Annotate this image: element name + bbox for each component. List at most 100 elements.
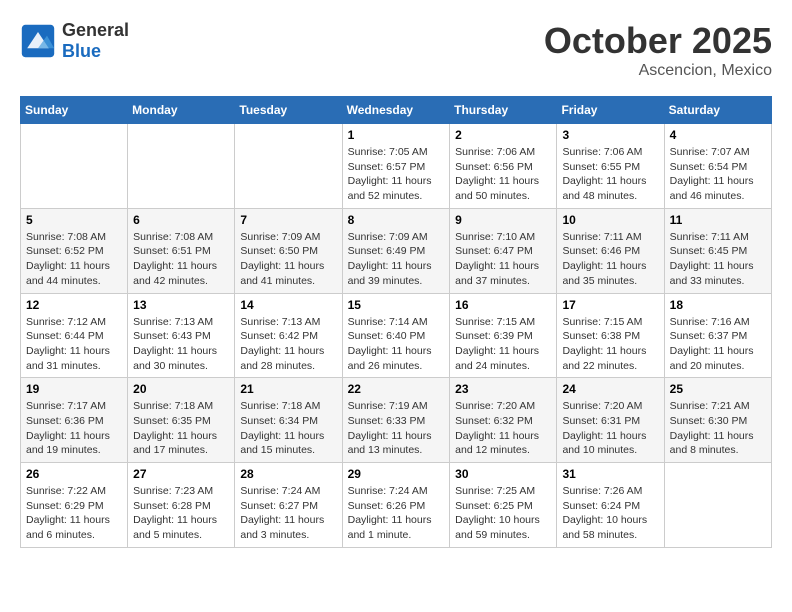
calendar-cell: 1Sunrise: 7:05 AMSunset: 6:57 PMDaylight… xyxy=(342,124,450,209)
cell-info: Sunrise: 7:26 AMSunset: 6:24 PMDaylight:… xyxy=(562,484,658,543)
day-number: 16 xyxy=(455,298,551,312)
calendar-cell: 27Sunrise: 7:23 AMSunset: 6:28 PMDayligh… xyxy=(128,463,235,548)
title-block: October 2025 Ascencion, Mexico xyxy=(544,20,772,80)
cell-info: Sunrise: 7:07 AMSunset: 6:54 PMDaylight:… xyxy=(670,145,766,204)
calendar-cell: 19Sunrise: 7:17 AMSunset: 6:36 PMDayligh… xyxy=(21,378,128,463)
logo-blue: Blue xyxy=(62,41,129,62)
day-number: 12 xyxy=(26,298,122,312)
calendar-cell xyxy=(664,463,771,548)
calendar-cell: 30 Sunrise: 7:25 AMSunset: 6:25 PMDayligh… xyxy=(450,463,557,548)
day-number: 30 xyxy=(455,467,551,481)
logo-text: General Blue xyxy=(62,20,129,62)
cell-info: Sunrise: 7:06 AMSunset: 6:56 PMDaylight:… xyxy=(455,145,551,204)
calendar-cell: 21 Sunrise: 7:18 AMSunset: 6:34 PMDayligh… xyxy=(235,378,342,463)
day-number: 17 xyxy=(562,298,658,312)
day-number: 18 xyxy=(670,298,766,312)
cell-info: Sunrise: 7:20 AMSunset: 6:31 PMDaylight:… xyxy=(562,399,658,458)
day-number: 1 xyxy=(348,128,445,142)
day-number: 20 xyxy=(133,382,229,396)
calendar-week-5: 26Sunrise: 7:22 AMSunset: 6:29 PMDayligh… xyxy=(21,463,772,548)
calendar-cell: 7 Sunrise: 7:09 AMSunset: 6:50 PMDaylight… xyxy=(235,208,342,293)
day-header-sunday: Sunday xyxy=(21,97,128,124)
calendar-cell xyxy=(235,124,342,209)
cell-info: Sunrise: 7:09 AMSunset: 6:49 PMDaylight:… xyxy=(348,230,445,289)
day-number: 23 xyxy=(455,382,551,396)
day-header-wednesday: Wednesday xyxy=(342,97,450,124)
day-number: 26 xyxy=(26,467,122,481)
cell-info: Sunrise: 7:08 AMSunset: 6:51 PMDaylight:… xyxy=(133,230,229,289)
cell-info: Sunrise: 7:24 AMSunset: 6:27 PMDaylight:… xyxy=(240,484,336,543)
cell-info: Sunrise: 7:11 AMSunset: 6:46 PMDaylight:… xyxy=(562,230,658,289)
day-number: 8 xyxy=(348,213,445,227)
day-number: 11 xyxy=(670,213,766,227)
day-header-thursday: Thursday xyxy=(450,97,557,124)
day-header-saturday: Saturday xyxy=(664,97,771,124)
calendar-cell: 3 Sunrise: 7:06 AMSunset: 6:55 PMDaylight… xyxy=(557,124,664,209)
logo: General Blue xyxy=(20,20,129,62)
calendar-cell: 2 Sunrise: 7:06 AMSunset: 6:56 PMDaylight… xyxy=(450,124,557,209)
cell-info: Sunrise: 7:13 AMSunset: 6:42 PMDaylight:… xyxy=(240,315,336,374)
calendar-cell: 29 Sunrise: 7:24 AMSunset: 6:26 PMDayligh… xyxy=(342,463,450,548)
day-number: 29 xyxy=(348,467,445,481)
cell-info: Sunrise: 7:18 AMSunset: 6:34 PMDaylight:… xyxy=(240,399,336,458)
calendar-cell: 31 Sunrise: 7:26 AMSunset: 6:24 PMDayligh… xyxy=(557,463,664,548)
calendar-header-row: SundayMondayTuesdayWednesdayThursdayFrid… xyxy=(21,97,772,124)
day-number: 15 xyxy=(348,298,445,312)
calendar-cell: 6Sunrise: 7:08 AMSunset: 6:51 PMDaylight… xyxy=(128,208,235,293)
day-number: 14 xyxy=(240,298,336,312)
location: Ascencion, Mexico xyxy=(544,62,772,80)
cell-info: Sunrise: 7:18 AMSunset: 6:35 PMDaylight:… xyxy=(133,399,229,458)
calendar-cell: 20 Sunrise: 7:18 AMSunset: 6:35 PMDayligh… xyxy=(128,378,235,463)
cell-info: Sunrise: 7:19 AMSunset: 6:33 PMDaylight:… xyxy=(348,399,445,458)
day-number: 28 xyxy=(240,467,336,481)
calendar-week-3: 12Sunrise: 7:12 AMSunset: 6:44 PMDayligh… xyxy=(21,293,772,378)
calendar-cell: 5 Sunrise: 7:08 AMSunset: 6:52 PMDaylight… xyxy=(21,208,128,293)
cell-info: Sunrise: 7:08 AMSunset: 6:52 PMDaylight:… xyxy=(26,230,122,289)
day-number: 2 xyxy=(455,128,551,142)
cell-info: Sunrise: 7:24 AMSunset: 6:26 PMDaylight:… xyxy=(348,484,445,543)
day-number: 19 xyxy=(26,382,122,396)
logo-general: General xyxy=(62,20,129,41)
logo-icon xyxy=(20,23,56,59)
day-number: 7 xyxy=(240,213,336,227)
cell-info: Sunrise: 7:09 AMSunset: 6:50 PMDaylight:… xyxy=(240,230,336,289)
day-header-tuesday: Tuesday xyxy=(235,97,342,124)
calendar-cell: 18 Sunrise: 7:16 AMSunset: 6:37 PMDayligh… xyxy=(664,293,771,378)
calendar-cell: 16 Sunrise: 7:15 AMSunset: 6:39 PMDayligh… xyxy=(450,293,557,378)
cell-info: Sunrise: 7:11 AMSunset: 6:45 PMDaylight:… xyxy=(670,230,766,289)
calendar-cell: 13Sunrise: 7:13 AMSunset: 6:43 PMDayligh… xyxy=(128,293,235,378)
calendar-cell: 26Sunrise: 7:22 AMSunset: 6:29 PMDayligh… xyxy=(21,463,128,548)
cell-info: Sunrise: 7:21 AMSunset: 6:30 PMDaylight:… xyxy=(670,399,766,458)
calendar-cell: 4 Sunrise: 7:07 AMSunset: 6:54 PMDaylight… xyxy=(664,124,771,209)
calendar-cell: 10 Sunrise: 7:11 AMSunset: 6:46 PMDayligh… xyxy=(557,208,664,293)
month-title: October 2025 xyxy=(544,20,772,62)
cell-info: Sunrise: 7:25 AMSunset: 6:25 PMDaylight:… xyxy=(455,484,551,543)
day-number: 31 xyxy=(562,467,658,481)
calendar-cell: 25 Sunrise: 7:21 AMSunset: 6:30 PMDayligh… xyxy=(664,378,771,463)
cell-info: Sunrise: 7:10 AMSunset: 6:47 PMDaylight:… xyxy=(455,230,551,289)
calendar-cell: 24 Sunrise: 7:20 AMSunset: 6:31 PMDayligh… xyxy=(557,378,664,463)
calendar-table: SundayMondayTuesdayWednesdayThursdayFrid… xyxy=(20,96,772,548)
cell-info: Sunrise: 7:06 AMSunset: 6:55 PMDaylight:… xyxy=(562,145,658,204)
cell-info: Sunrise: 7:16 AMSunset: 6:37 PMDaylight:… xyxy=(670,315,766,374)
day-number: 9 xyxy=(455,213,551,227)
cell-info: Sunrise: 7:14 AMSunset: 6:40 PMDaylight:… xyxy=(348,315,445,374)
day-number: 25 xyxy=(670,382,766,396)
cell-info: Sunrise: 7:23 AMSunset: 6:28 PMDaylight:… xyxy=(133,484,229,543)
cell-info: Sunrise: 7:20 AMSunset: 6:32 PMDaylight:… xyxy=(455,399,551,458)
day-number: 5 xyxy=(26,213,122,227)
calendar-cell: 22 Sunrise: 7:19 AMSunset: 6:33 PMDayligh… xyxy=(342,378,450,463)
calendar-cell: 17Sunrise: 7:15 AMSunset: 6:38 PMDayligh… xyxy=(557,293,664,378)
day-number: 10 xyxy=(562,213,658,227)
day-number: 24 xyxy=(562,382,658,396)
calendar-cell: 14 Sunrise: 7:13 AMSunset: 6:42 PMDayligh… xyxy=(235,293,342,378)
calendar-cell xyxy=(128,124,235,209)
calendar-week-1: 1Sunrise: 7:05 AMSunset: 6:57 PMDaylight… xyxy=(21,124,772,209)
day-number: 3 xyxy=(562,128,658,142)
calendar-cell: 8 Sunrise: 7:09 AMSunset: 6:49 PMDaylight… xyxy=(342,208,450,293)
day-number: 4 xyxy=(670,128,766,142)
day-number: 22 xyxy=(348,382,445,396)
day-number: 21 xyxy=(240,382,336,396)
cell-info: Sunrise: 7:15 AMSunset: 6:39 PMDaylight:… xyxy=(455,315,551,374)
day-header-monday: Monday xyxy=(128,97,235,124)
